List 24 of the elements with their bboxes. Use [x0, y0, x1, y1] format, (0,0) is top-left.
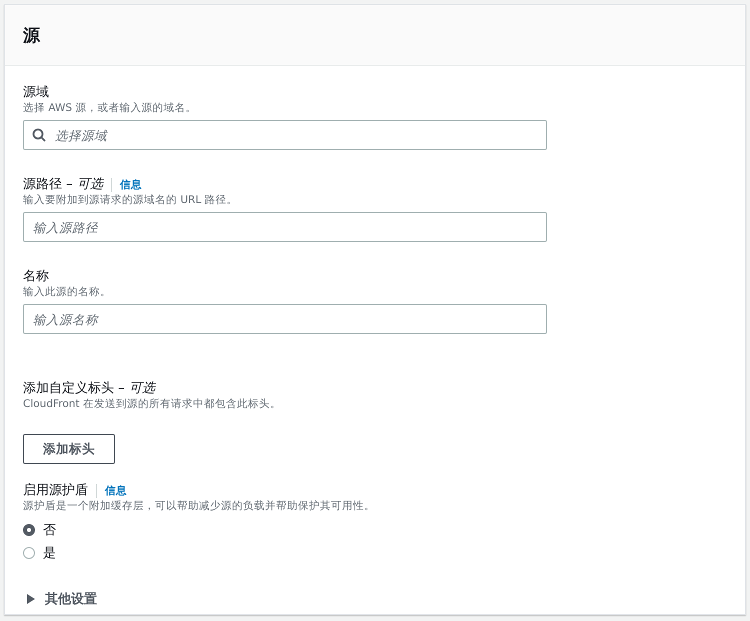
- info-link[interactable]: 信息: [110, 178, 142, 192]
- field-description: 源护盾是一个附加缓存层，可以帮助减少源的负载并帮助保护其可用性。: [23, 499, 376, 514]
- radio-label[interactable]: 否: [43, 520, 56, 538]
- panel-title: 源: [23, 24, 40, 46]
- caret-icon[interactable]: [27, 594, 35, 604]
- radio-button[interactable]: [23, 524, 35, 536]
- field-description: 选择 AWS 源，或者输入源的域名。: [23, 101, 198, 116]
- info-link[interactable]: 信息: [96, 484, 127, 498]
- radio-label[interactable]: 是: [43, 544, 56, 562]
- field-label: 源域: [23, 84, 49, 101]
- field-description: 输入此源的名称。: [23, 285, 112, 300]
- add-header-button[interactable]: 添加标头: [23, 434, 115, 464]
- expander-label[interactable]: 其他设置: [45, 590, 97, 608]
- input-field[interactable]: 输入源路径: [23, 212, 547, 242]
- search-field[interactable]: 选择源域: [23, 120, 547, 150]
- field-description: CloudFront 在发送到源的所有请求中都包含此标头。: [23, 397, 282, 412]
- field-description: 输入要附加到源请求的源域名的 URL 路径。: [23, 193, 239, 208]
- radio-button[interactable]: [23, 546, 35, 558]
- field-label: 源路径 – 可选: [23, 176, 103, 193]
- search-icon: [32, 128, 46, 142]
- input-field[interactable]: 输入源名称: [23, 304, 547, 334]
- field-label: 添加自定义标头 – 可选: [23, 380, 157, 397]
- field-label: 名称: [23, 268, 49, 285]
- field-label: 启用源护盾: [23, 482, 88, 499]
